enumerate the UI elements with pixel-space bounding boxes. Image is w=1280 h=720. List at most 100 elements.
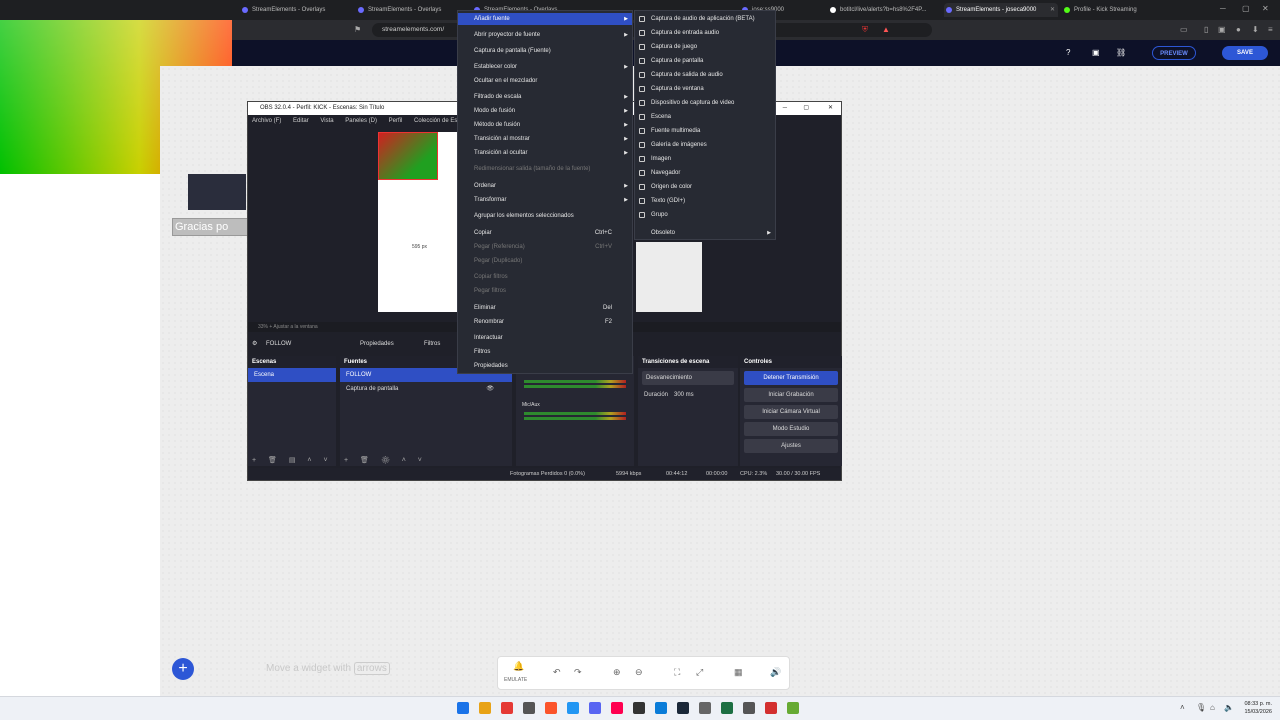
- start-recording-button[interactable]: Iniciar Grabación: [744, 388, 838, 402]
- context-menu-item[interactable]: Establecer color ▶: [458, 61, 632, 73]
- preview-screen-capture[interactable]: [636, 242, 702, 312]
- store-icon[interactable]: [567, 702, 579, 714]
- mic-icon[interactable]: 🎙: [1196, 703, 1206, 712]
- context-menu-item[interactable]: Filtros: [458, 346, 632, 358]
- grid-icon[interactable]: ▦: [734, 667, 743, 678]
- minimize-icon[interactable]: ─: [1220, 4, 1226, 13]
- settings-icon[interactable]: [699, 702, 711, 714]
- app-icon[interactable]: [765, 702, 777, 714]
- volume-slider[interactable]: [516, 422, 634, 432]
- volume-icon[interactable]: 🔊: [770, 667, 781, 678]
- wallet-icon[interactable]: ▣: [1218, 25, 1226, 34]
- chevron-up-icon[interactable]: ˄: [1180, 703, 1185, 712]
- extension-icon[interactable]: ▲: [882, 25, 890, 34]
- tiktok-icon[interactable]: [611, 702, 623, 714]
- context-menu-item[interactable]: Transformar ▶: [458, 194, 632, 206]
- browser-tab-active[interactable]: StreamElements - joseca9000 ✕: [944, 3, 1058, 17]
- screenshot-icon[interactable]: ▭: [1180, 25, 1188, 34]
- add-source-item[interactable]: Escena: [635, 110, 775, 124]
- shield-icon[interactable]: ⛨: [862, 25, 868, 35]
- eye-icon[interactable]: 👁: [486, 382, 494, 396]
- browser-tab[interactable]: Profile - Kick Streaming: [1062, 3, 1172, 17]
- emulate-label[interactable]: EMULATE: [504, 677, 527, 683]
- context-menu-item[interactable]: Método de fusión ▶: [458, 119, 632, 131]
- add-source-item[interactable]: Imagen: [635, 152, 775, 166]
- undo-icon[interactable]: ↶: [553, 667, 561, 678]
- context-menu-item[interactable]: Transición al mostrar ▶: [458, 133, 632, 145]
- app-icon[interactable]: [743, 702, 755, 714]
- filters-button[interactable]: Filtros: [424, 338, 440, 350]
- context-menu-item[interactable]: Interactuar: [458, 332, 632, 344]
- profile-icon[interactable]: ●: [1236, 25, 1241, 34]
- minimize-icon[interactable]: ─: [783, 102, 787, 115]
- monitor-icon[interactable]: ▣: [1092, 48, 1100, 57]
- source-tools[interactable]: + 🗑 ⚙ ˄ ˅: [344, 456, 427, 464]
- clock[interactable]: 08:33 p. m. 15/03/2026: [1244, 700, 1272, 716]
- steam-icon[interactable]: [677, 702, 689, 714]
- zoom-out-icon[interactable]: ⊖: [635, 667, 643, 678]
- edge-icon[interactable]: [655, 702, 667, 714]
- browser-tab[interactable]: StreamElements - Overlays: [356, 3, 466, 17]
- context-menu-item[interactable]: Copiar Ctrl+C: [458, 227, 632, 239]
- start-icon[interactable]: [457, 702, 469, 714]
- excel-icon[interactable]: [721, 702, 733, 714]
- add-source-item[interactable]: Grupo: [635, 208, 775, 222]
- menu-archivo[interactable]: Archivo (F): [252, 118, 281, 124]
- add-source-item[interactable]: Captura de juego: [635, 40, 775, 54]
- context-menu-item[interactable]: Añadir fuente ▶: [458, 13, 632, 25]
- start-virtual-camera-button[interactable]: Iniciar Cámara Virtual: [744, 405, 838, 419]
- network-icon[interactable]: ⌂: [1210, 703, 1215, 712]
- context-menu-item[interactable]: Propiedades: [458, 360, 632, 372]
- properties-button[interactable]: Propiedades: [360, 338, 394, 350]
- speaker-icon[interactable]: 🔈: [1224, 703, 1234, 712]
- add-source-item[interactable]: Captura de entrada audio: [635, 26, 775, 40]
- close-icon[interactable]: ✕: [1050, 3, 1055, 17]
- text-widget[interactable]: Gracias po: [172, 218, 248, 236]
- fullscreen-icon[interactable]: ⛶: [674, 667, 680, 678]
- bell-icon[interactable]: 🔔: [513, 661, 524, 672]
- add-source-item[interactable]: Texto (GDI+): [635, 194, 775, 208]
- menu-editar[interactable]: Editar: [293, 118, 309, 124]
- add-source-item[interactable]: Captura de audio de aplicación (BETA): [635, 12, 775, 26]
- browser-tab[interactable]: botitcl/live/alerts?b=hs8%2F4P...: [828, 3, 938, 17]
- scene-item[interactable]: Escena: [248, 368, 336, 382]
- context-menu-item[interactable]: Ocultar en el mezclador: [458, 75, 632, 87]
- context-menu-item[interactable]: Abrir proyector de fuente ▶: [458, 29, 632, 41]
- zoom-in-icon[interactable]: ⊕: [613, 667, 621, 678]
- maximize-icon[interactable]: ▢: [803, 102, 809, 115]
- menu-paneles[interactable]: Paneles (D): [345, 118, 377, 124]
- settings-button[interactable]: Ajustes: [744, 439, 838, 453]
- help-icon[interactable]: ?: [1066, 48, 1070, 57]
- menu-vista[interactable]: Vista: [320, 118, 333, 124]
- context-menu-item[interactable]: Modo de fusión ▶: [458, 105, 632, 117]
- studio-mode-button[interactable]: Modo Estudio: [744, 422, 838, 436]
- fit-icon[interactable]: ⤢: [696, 667, 703, 678]
- source-item[interactable]: Captura de pantalla 👁: [340, 382, 512, 396]
- stop-stream-button[interactable]: Detener Transmisión: [744, 371, 838, 385]
- close-window-icon[interactable]: ✕: [1262, 4, 1269, 13]
- context-menu-item[interactable]: Ordenar ▶: [458, 180, 632, 192]
- volume-slider[interactable]: [516, 390, 634, 400]
- context-menu-item[interactable]: Transición al ocultar ▶: [458, 147, 632, 159]
- transition-select[interactable]: Desvanecimiento: [642, 371, 734, 385]
- follow-source-preview[interactable]: [378, 132, 438, 180]
- context-menu-item[interactable]: Eliminar Del: [458, 302, 632, 314]
- widget-thumbnail[interactable]: [188, 174, 246, 210]
- add-source-item[interactable]: Captura de pantalla: [635, 54, 775, 68]
- files-icon[interactable]: [479, 702, 491, 714]
- context-menu-item[interactable]: Renombrar F2: [458, 316, 632, 328]
- menu-icon[interactable]: ≡: [1268, 25, 1273, 34]
- link-icon[interactable]: ⛓: [1116, 48, 1126, 57]
- add-source-item[interactable]: Origen de color: [635, 180, 775, 194]
- add-source-item[interactable]: Captura de ventana: [635, 82, 775, 96]
- add-widget-button[interactable]: +: [172, 658, 194, 680]
- maximize-icon[interactable]: ▢: [1242, 4, 1250, 13]
- brave-icon[interactable]: [545, 702, 557, 714]
- save-button[interactable]: SAVE: [1222, 46, 1268, 60]
- add-source-item[interactable]: Galería de imágenes: [635, 138, 775, 152]
- preview-button[interactable]: PREVIEW: [1152, 46, 1196, 60]
- sidebar-icon[interactable]: ▯: [1204, 25, 1208, 34]
- browser-tab[interactable]: StreamElements - Overlays: [240, 3, 350, 17]
- add-source-item[interactable]: Captura de salida de audio: [635, 68, 775, 82]
- add-source-item[interactable]: Dispositivo de captura de video: [635, 96, 775, 110]
